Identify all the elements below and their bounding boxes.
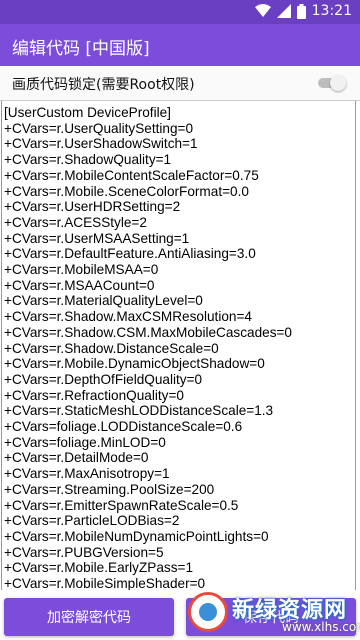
cell-signal-icon — [276, 4, 291, 18]
code-line: +CVars=r.ShadowQuality=1 — [4, 152, 172, 168]
lock-toggle-label: 画质代码锁定(需要Root权限) — [12, 77, 195, 93]
page-title: 编辑代码 [中国版] — [12, 39, 150, 59]
code-line: +CVars=r.MobileSimpleShader=0 — [4, 576, 206, 591]
status-bar: 13:21 — [0, 0, 360, 24]
code-line: +CVars=r.Streaming.PoolSize=200 — [4, 481, 215, 497]
code-line: +CVars=r.Shadow.MaxCSMResolution=4 — [4, 309, 252, 325]
code-line: +CVars=r.DepthOfFieldQuality=0 — [4, 371, 203, 387]
code-line: +CVars=r.UserQualitySetting=0 — [4, 120, 194, 136]
code-line: +CVars=r.Mobile.EarlyZPass=1 — [4, 560, 194, 576]
encrypt-decrypt-button[interactable]: 加密解密代码 — [4, 598, 174, 636]
code-line: +CVars=r.UserMSAASetting=1 — [4, 230, 190, 246]
code-line: +CVars=r.MSAACount=0 — [4, 277, 155, 293]
code-line: +CVars=r.EmitterSpawnRateScale=0.5 — [4, 497, 239, 513]
save-code-button[interactable]: 保存代码 — [186, 598, 356, 636]
code-line: +CVars=r.Shadow.DistanceScale=0 — [4, 340, 219, 356]
lock-toggle-switch[interactable] — [318, 75, 346, 91]
code-line: +CVars=r.MaxAnisotropy=1 — [4, 466, 170, 482]
code-line: +CVars=r.DetailMode=0 — [4, 450, 149, 466]
code-text[interactable]: [UserCustom DeviceProfile] +CVars=r.UserQ… — [4, 105, 354, 591]
code-line: +CVars=r.MaterialQualityLevel=0 — [4, 293, 203, 309]
switch-knob — [330, 75, 346, 91]
code-line: +CVars=r.ACESStyle=2 — [4, 214, 147, 230]
code-line: +CVars=foliage.MinLOD=0 — [4, 434, 166, 450]
code-line: +CVars=r.ParticleLODBias=2 — [4, 513, 180, 529]
code-line: +CVars=r.PUBGVersion=5 — [4, 544, 164, 560]
code-editor[interactable]: [UserCustom DeviceProfile] +CVars=r.UserQ… — [0, 100, 360, 591]
code-line: +CVars=r.UserHDRSetting=2 — [4, 199, 181, 215]
code-line: +CVars=r.MobileMSAA=0 — [4, 262, 159, 278]
code-line: +CVars=r.Mobile.DynamicObjectShadow=0 — [4, 356, 265, 372]
wifi-icon — [254, 4, 271, 18]
code-line: +CVars=r.MobileContentScaleFactor=0.75 — [4, 167, 259, 183]
bottom-action-bar: 加密解密代码 保存代码 — [0, 590, 360, 640]
code-line: [UserCustom DeviceProfile] — [4, 105, 171, 120]
code-line: +CVars=r.MobileNumDynamicPointLights=0 — [4, 528, 269, 544]
status-icons: 13:21 — [254, 3, 352, 19]
code-line: +CVars=foliage.LODDistanceScale=0.6 — [4, 419, 243, 435]
lock-toggle-row[interactable]: 画质代码锁定(需要Root权限) — [0, 66, 360, 101]
app-bar: 编辑代码 [中国版] — [0, 24, 360, 66]
status-time: 13:21 — [311, 3, 352, 19]
code-line: +CVars=r.StaticMeshLODDistanceScale=1.3 — [4, 403, 274, 419]
code-line: +CVars=r.UserShadowSwitch=1 — [4, 136, 198, 152]
battery-icon — [296, 3, 306, 19]
code-line: +CVars=r.Mobile.SceneColorFormat=0.0 — [4, 183, 249, 199]
code-line: +CVars=r.Shadow.CSM.MaxMobileCascades=0 — [4, 324, 292, 340]
code-line: +CVars=r.RefractionQuality=0 — [4, 387, 184, 403]
code-line: +CVars=r.DefaultFeature.AntiAliasing=3.0 — [4, 246, 256, 262]
